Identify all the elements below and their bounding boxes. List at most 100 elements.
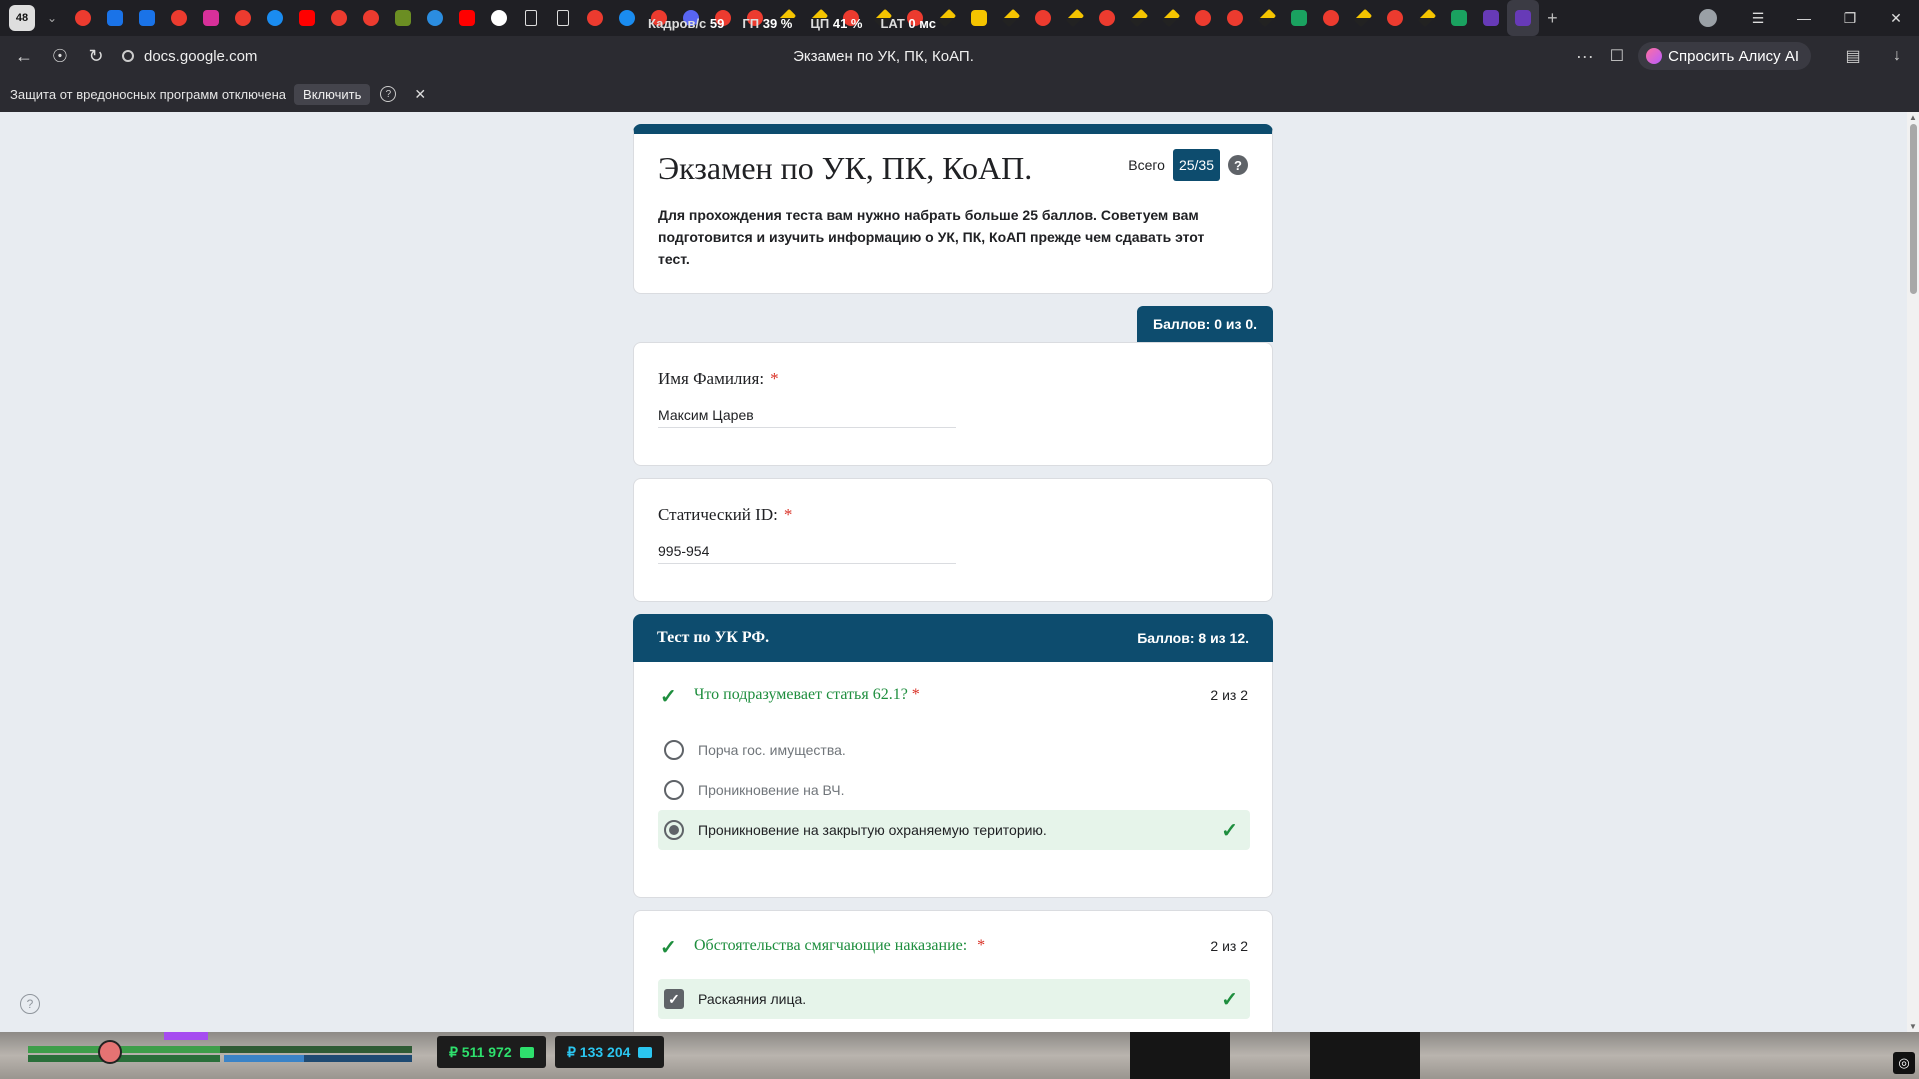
more-icon[interactable]: ··· bbox=[1576, 46, 1594, 67]
tab-doc[interactable] bbox=[515, 0, 547, 36]
page-scrollbar[interactable]: ▲ ▼ bbox=[1907, 112, 1919, 1032]
tab-yandex-16[interactable] bbox=[1315, 0, 1347, 36]
checkbox-checked: ✓ bbox=[664, 989, 684, 1009]
bank-display: ₽ 133 204 bbox=[555, 1036, 665, 1068]
tab-yandex-17[interactable] bbox=[1379, 0, 1411, 36]
scroll-up-icon[interactable]: ▲ bbox=[1909, 113, 1917, 122]
tab-f[interactable] bbox=[963, 0, 995, 36]
tab-help-2[interactable] bbox=[611, 0, 643, 36]
tab-youtube[interactable] bbox=[291, 0, 323, 36]
menu-icon[interactable]: ☰ bbox=[1735, 0, 1781, 36]
profile-avatar[interactable] bbox=[1699, 9, 1717, 27]
pencil-icon bbox=[1417, 8, 1437, 28]
tab-pen-6[interactable] bbox=[1059, 0, 1091, 36]
fps-stat: Кадров/с 59 bbox=[648, 16, 725, 31]
armor-bar bbox=[28, 1055, 220, 1062]
yandex-icon bbox=[587, 10, 604, 26]
tab-pen-10[interactable] bbox=[1347, 0, 1379, 36]
question-label: Статический ID: * bbox=[658, 505, 793, 524]
yandex-icon bbox=[331, 10, 348, 26]
enable-protection-button[interactable]: Включить bbox=[294, 83, 371, 105]
answer-option-correct: ✓ Раскаяния лица. ✓ bbox=[658, 979, 1250, 1019]
tab-mail[interactable] bbox=[99, 0, 131, 36]
help-icon[interactable]: ? bbox=[380, 86, 397, 102]
required-mark: * bbox=[770, 369, 779, 388]
tab-yandex-5[interactable] bbox=[355, 0, 387, 36]
question-mark-icon[interactable]: ? bbox=[1228, 155, 1248, 175]
tab-pen-5[interactable] bbox=[995, 0, 1027, 36]
tab-yandex-4[interactable] bbox=[323, 0, 355, 36]
alice-icon bbox=[1646, 48, 1663, 64]
close-window-button[interactable]: ✕ bbox=[1873, 0, 1919, 36]
required-mark: * bbox=[977, 937, 986, 954]
latency-stat: LAT 0 мс bbox=[880, 16, 936, 31]
reader-icon[interactable]: ▤ bbox=[1831, 46, 1875, 66]
tab-pen-7[interactable] bbox=[1123, 0, 1155, 36]
tab-pen-8[interactable] bbox=[1155, 0, 1187, 36]
tab-yandex-12[interactable] bbox=[1027, 0, 1059, 36]
pencil-icon bbox=[1001, 8, 1021, 28]
yandex-icon bbox=[1099, 10, 1116, 26]
tab-yandex-14[interactable] bbox=[1187, 0, 1219, 36]
document-icon bbox=[557, 10, 570, 26]
question-label: Имя Фамилия: * bbox=[658, 369, 779, 388]
tab-globe[interactable] bbox=[419, 0, 451, 36]
answer-option: Проникновение на ВЧ. bbox=[658, 770, 1250, 810]
scroll-down-icon[interactable]: ▼ bbox=[1909, 1022, 1917, 1031]
tab-count-button[interactable]: 48 bbox=[9, 5, 35, 31]
question-text: Обстоятельства смягчающие наказание: * bbox=[694, 937, 986, 954]
tab-sheets-2[interactable] bbox=[1443, 0, 1475, 36]
tab-sheets[interactable] bbox=[1283, 0, 1315, 36]
page-content: Экзамен по УК, ПК, КоАП. Всего 25/35 ? Д… bbox=[0, 112, 1919, 1032]
youtube-icon bbox=[299, 10, 316, 26]
health-bar-track bbox=[220, 1046, 412, 1053]
close-notification-button[interactable]: ✕ bbox=[414, 86, 426, 103]
sheets-icon bbox=[1451, 10, 1468, 26]
chevron-down-icon[interactable]: ⌄ bbox=[47, 11, 57, 25]
tab-yandex-3[interactable] bbox=[227, 0, 259, 36]
tab-help[interactable] bbox=[259, 0, 291, 36]
tab-yandex-15[interactable] bbox=[1219, 0, 1251, 36]
check-icon: ✓ bbox=[1221, 988, 1238, 1011]
minimize-button[interactable]: — bbox=[1781, 0, 1827, 36]
scrollbar-thumb[interactable] bbox=[1910, 124, 1917, 294]
tab-doc-2[interactable] bbox=[547, 0, 579, 36]
new-tab-button[interactable]: + bbox=[1547, 8, 1558, 29]
tab-github[interactable] bbox=[483, 0, 515, 36]
tab-yandex-2[interactable] bbox=[163, 0, 195, 36]
address-bar-row: ← ☉ ↻ docs.google.com Экзамен по УК, ПК,… bbox=[0, 36, 1919, 76]
tab-yandex-13[interactable] bbox=[1091, 0, 1123, 36]
tab-forms-active[interactable] bbox=[1507, 0, 1540, 36]
wallet-icon bbox=[519, 1046, 534, 1058]
stamina-bar bbox=[224, 1055, 304, 1062]
github-icon bbox=[491, 10, 508, 26]
radio-button-selected bbox=[664, 820, 684, 840]
restore-button[interactable]: ❐ bbox=[1827, 0, 1873, 36]
option-label: Проникновение на закрытую охраняемую тер… bbox=[698, 822, 1047, 838]
ask-alice-button[interactable]: Спросить Алису AI bbox=[1638, 42, 1811, 70]
tab-yandex[interactable] bbox=[67, 0, 99, 36]
section-score: Баллов: 8 из 12. bbox=[1137, 630, 1249, 646]
help-icon[interactable]: ? bbox=[20, 994, 40, 1014]
tab-pink[interactable] bbox=[195, 0, 227, 36]
total-score: Всего 25/35 ? bbox=[1128, 149, 1248, 181]
mail-icon bbox=[107, 10, 124, 26]
pencil-icon bbox=[1257, 8, 1277, 28]
form-description: Для прохождения теста вам нужно набрать … bbox=[658, 207, 1205, 267]
form-title: Экзамен по УК, ПК, КоАП. bbox=[658, 150, 1033, 186]
download-icon[interactable]: ↓ bbox=[1875, 47, 1919, 65]
character-leg bbox=[1310, 1032, 1420, 1079]
required-mark: * bbox=[911, 686, 920, 703]
window-controls: ☰ — ❐ ✕ bbox=[1699, 0, 1919, 36]
tab-forms[interactable] bbox=[1475, 0, 1507, 36]
tab-pen-11[interactable] bbox=[1411, 0, 1443, 36]
static-id-answer: 995-954 bbox=[658, 543, 956, 564]
tab-green[interactable] bbox=[387, 0, 419, 36]
tab-yandex-6[interactable] bbox=[579, 0, 611, 36]
bookmark-icon[interactable]: ☐ bbox=[1610, 46, 1624, 66]
forms-icon bbox=[1515, 10, 1532, 26]
tab-youtube-2[interactable] bbox=[451, 0, 483, 36]
tab-mail-2[interactable] bbox=[131, 0, 163, 36]
youtube-icon bbox=[459, 10, 476, 26]
tab-pen-9[interactable] bbox=[1251, 0, 1283, 36]
